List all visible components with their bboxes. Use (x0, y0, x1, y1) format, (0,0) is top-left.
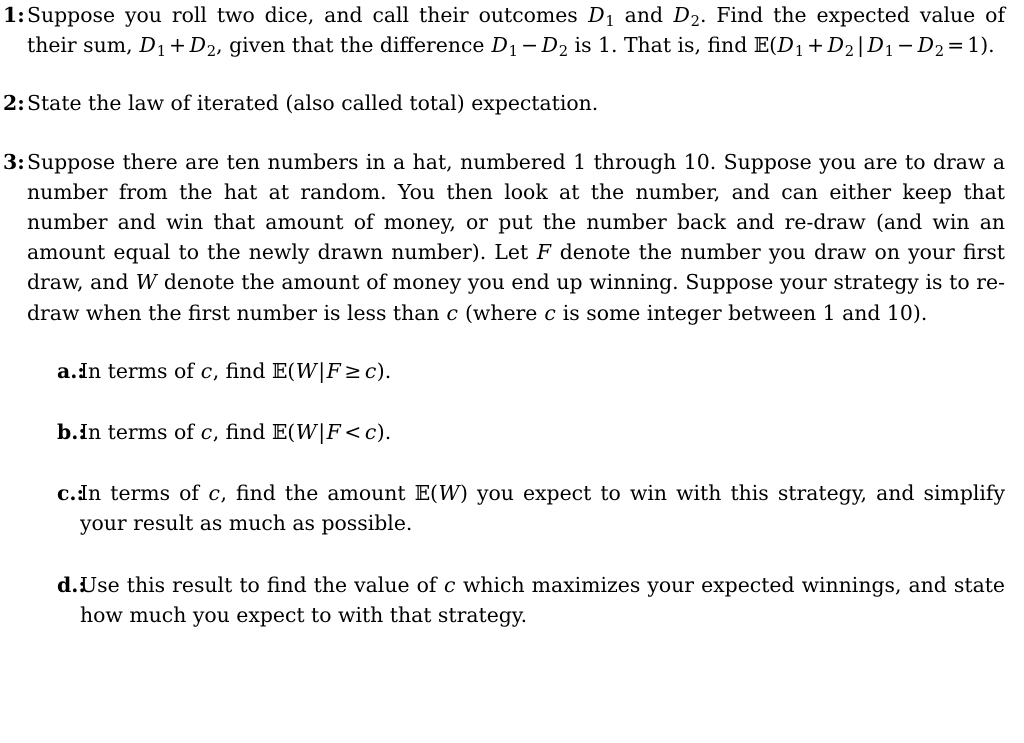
math-variable-F: F (536, 240, 552, 265)
problem-item-2: 2: State the law of iterated (also called… (0, 88, 1024, 118)
problem-2-text: State the law of iterated (also called t… (27, 91, 599, 116)
subpart-item-c: c.: In terms of c, find the amount 𝔼(W) y… (0, 478, 1024, 538)
spacer-problem2-problem3 (0, 119, 1024, 147)
subpart-letter-a: a.: (57, 358, 85, 383)
problem-3-text-segment-5: is some integer between 1 and 10). (556, 300, 928, 325)
subpart-letter-d: d.: (57, 572, 86, 597)
subpart-c-text-segment-1: In terms of (80, 481, 209, 506)
math-variable-c: c (443, 572, 456, 597)
math-expectation-w-given-f-ge-c: 𝔼(W|F ≥ c). (271, 358, 392, 383)
math-expectation-w: 𝔼(W) (414, 481, 468, 506)
subpart-letter-c: c.: (57, 481, 85, 506)
subpart-a-text-segment-1: In terms of (80, 358, 201, 383)
subpart-item-b: b.: In terms of c, find 𝔼(W|F < c). (0, 417, 1024, 447)
spacer-problem3-subpart-a (0, 328, 1024, 356)
math-expectation-w-given-f-lt-c: 𝔼(W|F < c). (271, 420, 392, 445)
problem-1-text-segment-1: Suppose you roll two dice, and call thei… (27, 3, 588, 27)
subpart-b-text-segment-1: In terms of (80, 420, 201, 445)
problem-item-1: 1: Suppose you roll two dice, and call th… (0, 0, 1024, 60)
math-variable-W: W (135, 270, 157, 295)
problem-1-text-segment-4: , given that the difference (216, 33, 491, 58)
math-variable-c-second: c (544, 300, 556, 325)
problem-number-3: 3: (3, 149, 25, 174)
math-d2-first: D2 (673, 3, 700, 31)
subpart-letter-b: b.: (57, 420, 86, 445)
math-d1-first: D1 (588, 3, 615, 31)
problem-number-2: 2: (3, 91, 25, 116)
problem-3-text-segment-4: (where (458, 300, 544, 325)
math-diff-d1-minus-d2: D1− D2 (491, 33, 569, 61)
subpart-a-text-segment-2: , find (212, 358, 272, 383)
spacer-subpart-b-c (0, 447, 1024, 478)
problem-number-1: 1: (3, 3, 25, 27)
document-page: 1: Suppose you roll two dice, and call th… (0, 0, 1024, 743)
spacer-subpart-a-b (0, 386, 1024, 417)
math-sum-d1-plus-d2: D1 + D2 (139, 33, 217, 61)
subpart-d-text-segment-1: Use this result to find the value of (80, 572, 444, 597)
subpart-item-d: d.: Use this result to find the value of … (0, 570, 1024, 630)
subpart-item-a: a.: In terms of c, find 𝔼(W|F ≥ c). (0, 356, 1024, 386)
subpart-c-text-segment-2: , find the amount (220, 481, 415, 506)
math-variable-c: c (200, 358, 213, 383)
math-variable-c: c (208, 481, 220, 506)
spacer-subpart-c-d (0, 539, 1024, 570)
problem-1-text-segment-5: is 1. That is, find (568, 33, 754, 58)
subpart-b-text-segment-2: , find (212, 420, 272, 445)
math-conditional-expectation-expression: 𝔼(D1 + D2 | D1− D2 = 1). (753, 33, 995, 61)
math-variable-c: c (200, 420, 213, 445)
problem-item-3: 3: Suppose there are ten numbers in a hat… (0, 147, 1024, 328)
problem-1-text-segment-2: and (614, 3, 673, 27)
math-variable-c-first: c (446, 300, 458, 325)
spacer-problem1-problem2 (0, 60, 1024, 88)
